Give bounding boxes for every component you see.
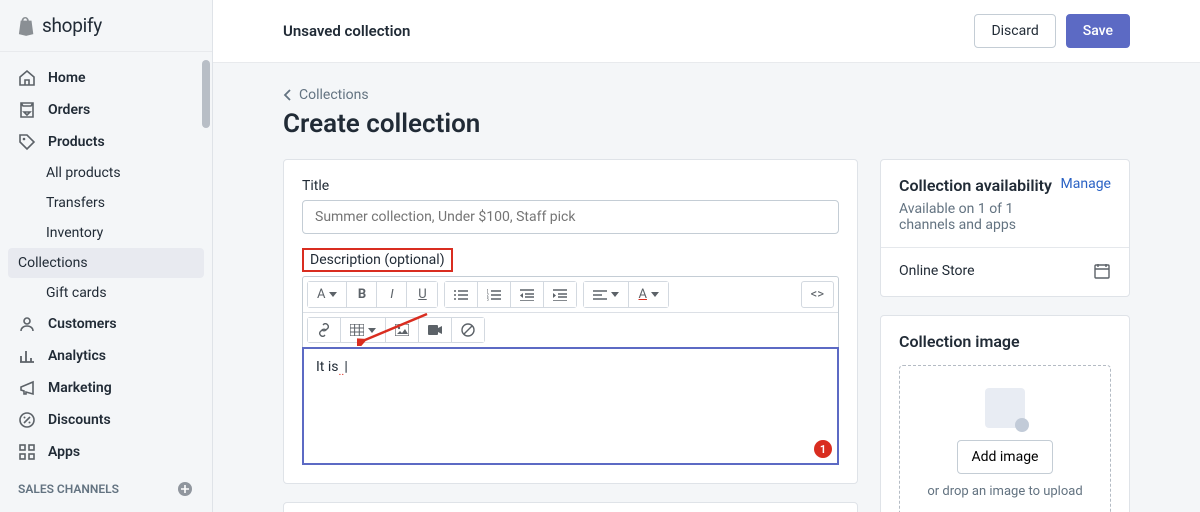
description-label: Description (optional) [310, 252, 445, 268]
description-value: It is [316, 359, 339, 375]
tag-icon [18, 133, 36, 151]
rte-html-button[interactable]: <> [801, 281, 834, 308]
rte-font-menu[interactable]: A [308, 282, 347, 307]
rte-link-button[interactable] [308, 318, 341, 342]
nav-products[interactable]: Products [0, 126, 212, 158]
nav-label: Orders [48, 102, 90, 118]
rte-underline-button[interactable]: U [407, 282, 437, 307]
nav-customers[interactable]: Customers [0, 308, 212, 340]
nav-apps[interactable]: Apps [0, 436, 212, 468]
nav-all-products[interactable]: All products [0, 158, 212, 188]
cursor-indicator: .. [339, 365, 345, 378]
collection-image-title: Collection image [899, 332, 1111, 351]
rte-outdent-button[interactable] [511, 282, 544, 307]
rte-image-button[interactable] [386, 318, 419, 342]
rte-italic-button[interactable]: I [377, 282, 407, 307]
rte-bold-button[interactable]: B [347, 282, 377, 307]
rte-table-button[interactable] [341, 318, 386, 342]
description-field[interactable]: It is..| [302, 347, 839, 465]
title-input[interactable] [302, 200, 839, 234]
availability-store: Online Store [899, 263, 975, 279]
image-placeholder-icon [985, 388, 1025, 428]
collection-image-card: Collection image Add image or drop an im… [880, 315, 1130, 512]
title-description-card: Title Description (optional) A B I [283, 159, 858, 484]
plus-circle-icon[interactable] [176, 480, 194, 498]
rte-clear-format-button[interactable] [452, 318, 484, 342]
nav-section-label: SALES CHANNELS [18, 482, 119, 496]
orders-icon [18, 101, 36, 119]
nav-marketing[interactable]: Marketing [0, 372, 212, 404]
nav-analytics[interactable]: Analytics [0, 340, 212, 372]
brand-logo: shopify [0, 0, 212, 52]
drop-hint: or drop an image to upload [910, 484, 1100, 499]
home-icon [18, 69, 36, 87]
description-label-highlight: Description (optional) [302, 248, 453, 272]
availability-card: Collection availability Available on 1 o… [880, 159, 1130, 297]
breadcrumb[interactable]: Collections [283, 87, 1130, 103]
rte-bullet-list-button[interactable] [445, 282, 478, 307]
rte-numbered-list-button[interactable]: 123 [478, 282, 511, 307]
save-button[interactable]: Save [1066, 14, 1130, 48]
nav-label: Marketing [48, 380, 112, 396]
main-nav: Home Orders Products All products Transf… [0, 52, 212, 512]
calendar-icon[interactable] [1093, 262, 1111, 280]
nav-label: Collections [18, 255, 88, 271]
nav-label: Gift cards [46, 285, 107, 301]
nav-label: Apps [48, 444, 80, 460]
annotation-badge-1: 1 [814, 440, 832, 458]
brand-name: shopify [42, 14, 102, 37]
megaphone-icon [18, 379, 36, 397]
add-image-button[interactable]: Add image [957, 440, 1054, 474]
nav-label: Inventory [46, 225, 103, 241]
page-title: Create collection [283, 109, 1130, 139]
content-scroll[interactable]: Collections Create collection Title Desc… [213, 63, 1200, 512]
topbar-actions: Discard Save [974, 14, 1130, 48]
rte-video-button[interactable] [419, 318, 452, 342]
nav-transfers[interactable]: Transfers [0, 188, 212, 218]
nav-collections[interactable]: Collections [8, 248, 204, 278]
analytics-icon [18, 347, 36, 365]
chevron-left-icon [283, 89, 293, 101]
nav-gift-cards[interactable]: Gift cards [0, 278, 212, 308]
rte-indent-button[interactable] [544, 282, 576, 307]
availability-title: Collection availability [899, 176, 1061, 195]
nav-online-store[interactable]: Online Store [0, 504, 212, 512]
nav-label: Transfers [46, 195, 105, 211]
image-dropzone[interactable]: Add image or drop an image to upload [899, 365, 1111, 512]
rte-color-menu[interactable]: A [629, 282, 667, 307]
rte-toolbar-row-2 [303, 313, 838, 348]
nav-label: All products [46, 165, 121, 181]
nav-label: Customers [48, 316, 117, 332]
svg-text:3: 3 [487, 297, 489, 301]
main-content: Unsaved collection Discard Save Collecti… [213, 0, 1200, 512]
rte-toolbar-row-1: A B I U 123 [303, 277, 838, 313]
title-label: Title [302, 178, 839, 194]
scrollbar-thumb[interactable] [202, 60, 210, 128]
apps-icon [18, 443, 36, 461]
sidebar: shopify Home Orders Products All product… [0, 0, 213, 512]
shopify-bag-icon [18, 17, 36, 35]
nav-label: Discounts [48, 412, 111, 428]
topbar: Unsaved collection Discard Save [213, 0, 1200, 63]
nav-label: Products [48, 134, 105, 150]
nav-label: Home [48, 70, 86, 86]
user-icon [18, 315, 36, 333]
breadcrumb-label: Collections [299, 87, 369, 103]
manage-link[interactable]: Manage [1061, 176, 1111, 192]
rte-align-menu[interactable] [584, 282, 629, 307]
topbar-title: Unsaved collection [283, 22, 410, 40]
nav-inventory[interactable]: Inventory [0, 218, 212, 248]
discount-icon [18, 411, 36, 429]
next-card-peek [283, 502, 858, 512]
nav-orders[interactable]: Orders [0, 94, 212, 126]
nav-section-sales-channels: SALES CHANNELS [0, 468, 212, 504]
nav-discounts[interactable]: Discounts [0, 404, 212, 436]
availability-sub: Available on 1 of 1 channels and apps [899, 201, 1061, 233]
discard-button[interactable]: Discard [974, 14, 1055, 48]
nav-home[interactable]: Home [0, 62, 212, 94]
nav-label: Analytics [48, 348, 106, 364]
rich-text-editor: A B I U 123 [302, 276, 839, 465]
